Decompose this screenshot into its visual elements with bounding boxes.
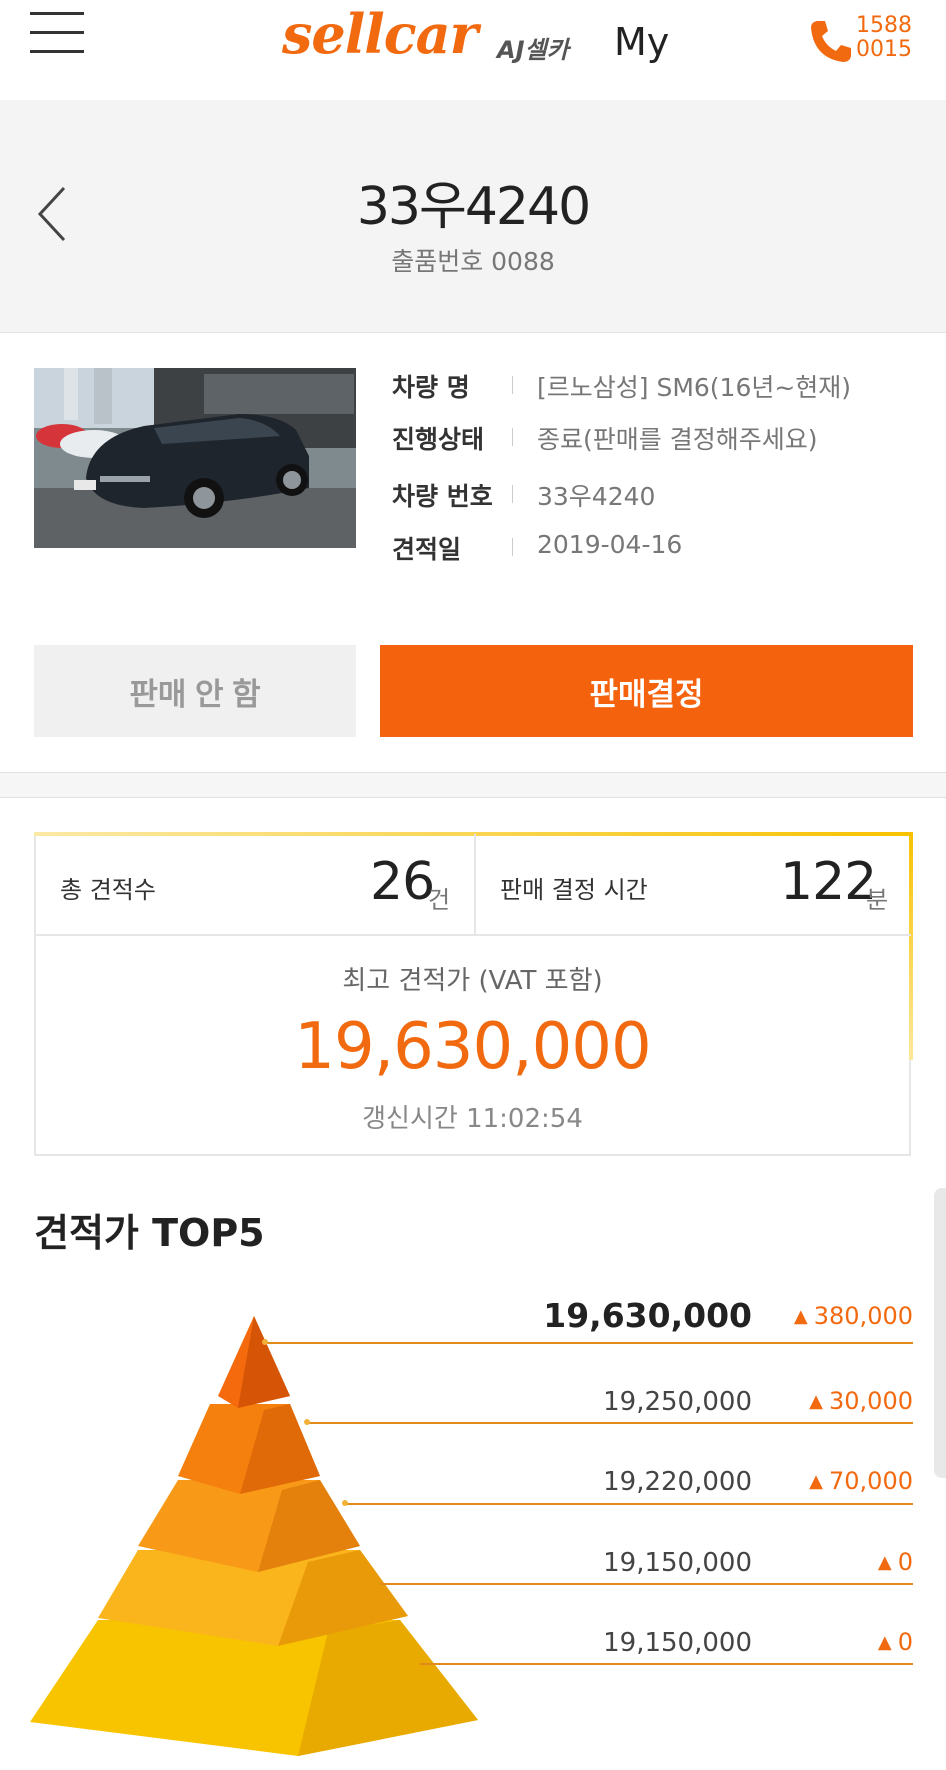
title-section: 33우4240 출품번호 0088 bbox=[0, 100, 946, 333]
total-quotes-value: 26 bbox=[370, 852, 435, 912]
aj-sellcar-logo-text: AJ셀카 bbox=[497, 36, 569, 64]
total-quotes-unit: 건 bbox=[428, 886, 451, 914]
total-quotes-label: 총 견적수 bbox=[60, 876, 156, 904]
info-label: 진행상태 bbox=[392, 425, 485, 454]
info-value: 종료(판매를 결정해주세요) bbox=[537, 425, 818, 454]
divider bbox=[34, 934, 911, 936]
rank-price: 19,630,000 bbox=[543, 1296, 752, 1335]
rank-diff: ▲ 70,000 bbox=[809, 1467, 913, 1495]
rank-price: 19,220,000 bbox=[603, 1467, 752, 1497]
separator bbox=[512, 538, 513, 556]
phone-number-line1: 1588 bbox=[856, 13, 912, 38]
my-page-link[interactable]: My bbox=[614, 20, 669, 64]
up-arrow-icon: ▲ bbox=[809, 1391, 824, 1412]
accent-border-top bbox=[34, 832, 912, 836]
best-price-value: 19,630,000 bbox=[294, 1010, 651, 1084]
info-label: 차량 명 bbox=[392, 373, 470, 402]
rank-diff-value: 0 bbox=[897, 1628, 913, 1656]
info-label: 견적일 bbox=[392, 535, 462, 564]
rank-diff: ▲ 380,000 bbox=[794, 1302, 913, 1330]
top5-row-5: 19,150,000 ▲ 0 bbox=[0, 1628, 946, 1688]
rank-diff-value: 30,000 bbox=[829, 1387, 913, 1415]
no-sale-button[interactable]: 판매 안 함 bbox=[34, 645, 356, 737]
rank-price: 19,150,000 bbox=[603, 1628, 752, 1658]
rank-diff-value: 0 bbox=[897, 1548, 913, 1576]
rank-diff-value: 380,000 bbox=[813, 1302, 913, 1330]
info-value: 2019-04-16 bbox=[537, 530, 683, 559]
rank-diff-value: 70,000 bbox=[829, 1467, 913, 1495]
top5-row-2: 19,250,000 ▲ 30,000 bbox=[0, 1387, 946, 1447]
section-divider bbox=[0, 772, 946, 798]
hamburger-menu-icon[interactable] bbox=[30, 12, 84, 54]
divider bbox=[474, 834, 476, 936]
top5-row-3: 19,220,000 ▲ 70,000 bbox=[0, 1467, 946, 1527]
decision-time-unit: 분 bbox=[866, 886, 889, 914]
rank-diff: ▲ 30,000 bbox=[809, 1387, 913, 1415]
sellcar-logo[interactable]: sellcar bbox=[282, 2, 478, 66]
top5-title: 견적가 TOP5 bbox=[34, 1211, 265, 1255]
car-photo bbox=[34, 368, 356, 548]
pyramid-graphic bbox=[30, 1316, 478, 1756]
decision-time-label: 판매 결정 시간 bbox=[500, 876, 648, 904]
update-time: 갱신시간 11:02:54 bbox=[362, 1104, 583, 1134]
page-title-car-number: 33우4240 bbox=[356, 177, 591, 237]
top-header: sellcar AJ셀카 My 1588 0015 bbox=[0, 0, 946, 100]
rank-price: 19,150,000 bbox=[603, 1548, 752, 1578]
rank-diff: ▲ 0 bbox=[878, 1628, 913, 1656]
info-value: 33우4240 bbox=[537, 482, 656, 511]
separator bbox=[512, 428, 513, 446]
top5-row-1: 19,630,000 ▲ 380,000 bbox=[0, 1296, 946, 1362]
phone-number-line2: 0015 bbox=[856, 37, 912, 62]
best-price-label: 최고 견적가 (VAT 포함) bbox=[342, 966, 603, 996]
top5-row-4: 19,150,000 ▲ 0 bbox=[0, 1548, 946, 1608]
rank-diff: ▲ 0 bbox=[878, 1548, 913, 1576]
info-label: 차량 번호 bbox=[392, 482, 493, 511]
sell-decision-button[interactable]: 판매결정 bbox=[380, 645, 913, 737]
separator bbox=[512, 376, 513, 394]
phone-number[interactable]: 1588 0015 bbox=[856, 14, 912, 62]
up-arrow-icon: ▲ bbox=[877, 1552, 892, 1573]
up-arrow-icon: ▲ bbox=[809, 1471, 824, 1492]
info-value: [르노삼성] SM6(16년~현재) bbox=[537, 373, 852, 402]
lot-number: 출품번호 0088 bbox=[391, 247, 555, 276]
separator bbox=[512, 485, 513, 503]
phone-icon[interactable] bbox=[808, 18, 854, 64]
up-arrow-icon: ▲ bbox=[793, 1306, 808, 1327]
up-arrow-icon: ▲ bbox=[877, 1632, 892, 1653]
rank-price: 19,250,000 bbox=[603, 1387, 752, 1417]
decision-time-value: 122 bbox=[780, 852, 877, 912]
